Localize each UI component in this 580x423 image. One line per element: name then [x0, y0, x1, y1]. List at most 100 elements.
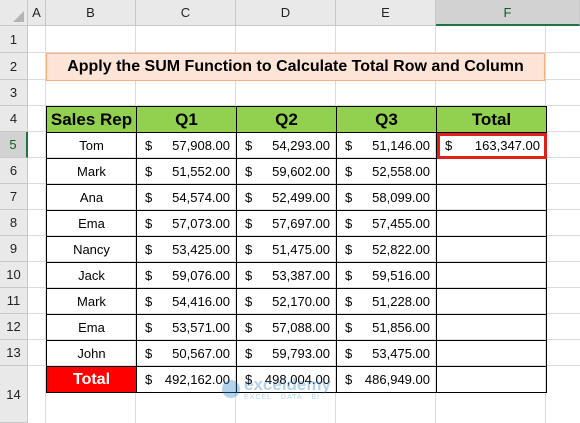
- sheet-title[interactable]: Apply the SUM Function to Calculate Tota…: [46, 53, 545, 81]
- q1-cell[interactable]: $57,908.00: [136, 132, 237, 159]
- column-header-b[interactable]: B: [46, 0, 136, 26]
- grand-total-cell[interactable]: [436, 366, 547, 393]
- currency-symbol: $: [145, 346, 153, 361]
- q3-cell[interactable]: $51,228.00: [336, 288, 437, 315]
- header-q3[interactable]: Q3: [336, 106, 437, 133]
- total-cell[interactable]: [436, 236, 547, 263]
- q1-cell[interactable]: $54,416.00: [136, 288, 237, 315]
- table-row: Ema $53,571.00 $57,088.00 $51,856.00: [46, 314, 547, 341]
- currency-symbol: $: [145, 294, 153, 309]
- total-cell[interactable]: [436, 314, 547, 341]
- q1-cell[interactable]: $57,073.00: [136, 210, 237, 237]
- currency-symbol: $: [345, 268, 353, 283]
- column-header-e[interactable]: E: [336, 0, 436, 26]
- q2-cell[interactable]: $54,293.00: [236, 132, 337, 159]
- currency-symbol: $: [145, 138, 153, 153]
- sales-rep-cell[interactable]: Ana: [46, 184, 137, 211]
- q1-cell[interactable]: $53,571.00: [136, 314, 237, 341]
- q1-cell[interactable]: $59,076.00: [136, 262, 237, 289]
- cell-value: 52,558.00: [372, 164, 430, 179]
- total-cell[interactable]: [436, 340, 547, 367]
- q2-cell[interactable]: $52,170.00: [236, 288, 337, 315]
- total-cell[interactable]: [436, 184, 547, 211]
- currency-symbol: $: [345, 346, 353, 361]
- column-header-c[interactable]: C: [136, 0, 236, 26]
- row-header-1[interactable]: 1: [0, 26, 28, 53]
- q2-cell[interactable]: $51,475.00: [236, 236, 337, 263]
- cell-value: 492,162.00: [164, 372, 230, 387]
- cell-value: 51,475.00: [272, 242, 330, 257]
- sales-rep-cell[interactable]: Nancy: [46, 236, 137, 263]
- column-header-f[interactable]: F: [436, 0, 580, 26]
- total-cell[interactable]: [436, 210, 547, 237]
- column-header-a[interactable]: A: [28, 0, 46, 26]
- total-cell[interactable]: [436, 158, 547, 185]
- q2-cell[interactable]: $57,697.00: [236, 210, 337, 237]
- sales-rep-cell[interactable]: Ema: [46, 210, 137, 237]
- q3-cell[interactable]: $51,856.00: [336, 314, 437, 341]
- q2-cell[interactable]: $52,499.00: [236, 184, 337, 211]
- cell-value: 53,571.00: [172, 320, 230, 335]
- header-q1[interactable]: Q1: [136, 106, 237, 133]
- q1-cell[interactable]: $54,574.00: [136, 184, 237, 211]
- cell-value: 54,574.00: [172, 190, 230, 205]
- total-q2-cell[interactable]: $498,004.00: [236, 366, 337, 393]
- q1-cell[interactable]: $53,425.00: [136, 236, 237, 263]
- q3-cell[interactable]: $51,146.00: [336, 132, 437, 159]
- cell-value: 53,387.00: [272, 268, 330, 283]
- row-header-5[interactable]: 5: [0, 132, 28, 158]
- row-header-6[interactable]: 6: [0, 158, 28, 184]
- currency-symbol: $: [145, 320, 153, 335]
- cell-value: 53,425.00: [172, 242, 230, 257]
- sales-rep-cell[interactable]: Tom: [46, 132, 137, 159]
- row-header-4[interactable]: 4: [0, 106, 28, 132]
- table-row: Nancy $53,425.00 $51,475.00 $52,822.00: [46, 236, 547, 263]
- q3-cell[interactable]: $57,455.00: [336, 210, 437, 237]
- cell-value: 54,416.00: [172, 294, 230, 309]
- sales-rep-cell[interactable]: Jack: [46, 262, 137, 289]
- currency-symbol: $: [245, 138, 253, 153]
- row-header-3[interactable]: 3: [0, 80, 28, 106]
- row-header-2[interactable]: 2: [0, 53, 28, 80]
- sales-rep-cell[interactable]: Ema: [46, 314, 137, 341]
- row-header-9[interactable]: 9: [0, 236, 28, 262]
- sales-rep-cell[interactable]: John: [46, 340, 137, 367]
- total-q3-cell[interactable]: $486,949.00: [336, 366, 437, 393]
- column-header-d[interactable]: D: [236, 0, 336, 26]
- header-sales-rep[interactable]: Sales Rep: [46, 106, 137, 133]
- q1-cell[interactable]: $51,552.00: [136, 158, 237, 185]
- q3-cell[interactable]: $53,475.00: [336, 340, 437, 367]
- q2-cell[interactable]: $53,387.00: [236, 262, 337, 289]
- row-header-13[interactable]: 13: [0, 340, 28, 366]
- cell-value: 54,293.00: [272, 138, 330, 153]
- total-row: Total $492,162.00 $498,004.00 $486,949.00: [46, 366, 547, 393]
- cell-value: 498,004.00: [264, 372, 330, 387]
- row-header-12[interactable]: 12: [0, 314, 28, 340]
- total-q1-cell[interactable]: $492,162.00: [136, 366, 237, 393]
- q2-cell[interactable]: $57,088.00: [236, 314, 337, 341]
- row-header-11[interactable]: 11: [0, 288, 28, 314]
- q1-cell[interactable]: $50,567.00: [136, 340, 237, 367]
- row-header-8[interactable]: 8: [0, 210, 28, 236]
- row-header-14[interactable]: 14: [0, 366, 28, 423]
- row-header-7[interactable]: 7: [0, 184, 28, 210]
- sales-rep-cell[interactable]: Mark: [46, 158, 137, 185]
- watermark-tagline: EXCEL · DATA · BI: [244, 394, 320, 401]
- q2-cell[interactable]: $59,602.00: [236, 158, 337, 185]
- q3-cell[interactable]: $58,099.00: [336, 184, 437, 211]
- q2-cell[interactable]: $59,793.00: [236, 340, 337, 367]
- total-label-cell[interactable]: Total: [46, 366, 137, 393]
- total-cell[interactable]: $163,347.00: [436, 132, 547, 159]
- sales-rep-cell[interactable]: Mark: [46, 288, 137, 315]
- currency-symbol: $: [245, 294, 253, 309]
- header-total[interactable]: Total: [436, 106, 547, 133]
- q3-cell[interactable]: $52,822.00: [336, 236, 437, 263]
- currency-symbol: $: [245, 268, 253, 283]
- select-all-corner[interactable]: [0, 0, 28, 26]
- total-cell[interactable]: [436, 262, 547, 289]
- q3-cell[interactable]: $59,516.00: [336, 262, 437, 289]
- q3-cell[interactable]: $52,558.00: [336, 158, 437, 185]
- header-q2[interactable]: Q2: [236, 106, 337, 133]
- total-cell[interactable]: [436, 288, 547, 315]
- row-header-10[interactable]: 10: [0, 262, 28, 288]
